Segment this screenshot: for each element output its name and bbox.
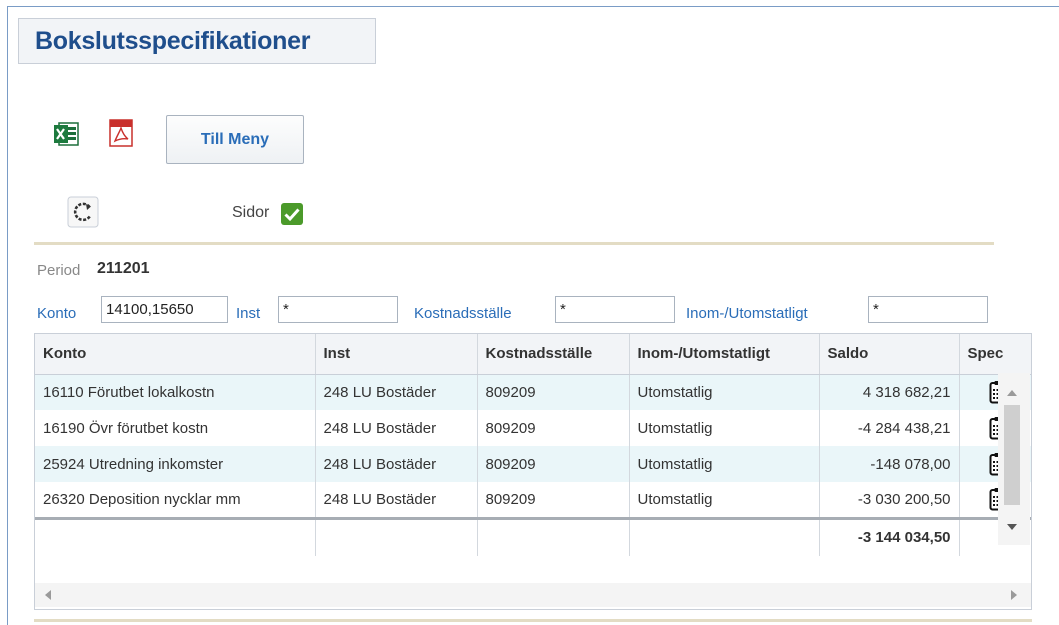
- separator-top: [34, 242, 994, 245]
- inst-label: Inst: [236, 305, 261, 322]
- table-row[interactable]: 16110 Förutbet lokalkostn 248 LU Bostäde…: [35, 374, 1031, 410]
- column-header-inst[interactable]: Inst: [315, 334, 478, 375]
- results-grid: Konto Inst Kostnadsställe Inom-/Utomstat…: [34, 333, 1032, 610]
- cell-saldo: 4 318 682,21: [819, 374, 960, 410]
- konto-label: Konto: [37, 305, 77, 322]
- column-header-inom-utomstatligt[interactable]: Inom-/Utomstatligt: [629, 334, 820, 375]
- kostnadsstalle-label: Kostnadsställe: [414, 305, 512, 322]
- cell-inst: 248 LU Bostäder: [315, 446, 478, 482]
- cell-inom-utomstatligt: Utomstatlig: [629, 374, 820, 410]
- scroll-down-icon[interactable]: [1007, 524, 1017, 530]
- table-header-row: Konto Inst Kostnadsställe Inom-/Utomstat…: [35, 334, 1031, 375]
- column-header-spec[interactable]: Spec: [959, 334, 1031, 375]
- vertical-scroll-thumb[interactable]: [1004, 405, 1020, 505]
- inst-input[interactable]: [278, 296, 398, 323]
- inom-utomstatligt-label: Inom-/Utomstatligt: [686, 305, 808, 322]
- cell-kostnadsstalle: 809209: [477, 482, 630, 518]
- table-row[interactable]: 25924 Utredning inkomster 248 LU Bostäde…: [35, 446, 1031, 482]
- cell-inst: 248 LU Bostäder: [315, 374, 478, 410]
- refresh-icon[interactable]: [67, 196, 99, 228]
- vertical-scrollbar[interactable]: [998, 373, 1030, 545]
- total-saldo: -3 144 034,50: [819, 516, 960, 556]
- cell-saldo: -3 030 200,50: [819, 482, 960, 518]
- horizontal-scrollbar[interactable]: [35, 583, 1031, 607]
- scroll-up-icon[interactable]: [1007, 390, 1017, 396]
- cell-inst: 248 LU Bostäder: [315, 482, 478, 518]
- separator-bottom: [34, 619, 1032, 622]
- excel-icon[interactable]: [53, 121, 79, 147]
- cell-inst: 248 LU Bostäder: [315, 410, 478, 446]
- results-table: Konto Inst Kostnadsställe Inom-/Utomstat…: [35, 334, 1031, 556]
- table-row[interactable]: 16190 Övr förutbet kostn 248 LU Bostäder…: [35, 410, 1031, 446]
- table-row[interactable]: 26320 Deposition nycklar mm 248 LU Bostä…: [35, 482, 1031, 518]
- cell-kostnadsstalle: 809209: [477, 410, 630, 446]
- column-header-konto[interactable]: Konto: [35, 334, 316, 375]
- scroll-left-icon[interactable]: [45, 590, 51, 600]
- period-value: 211201: [97, 260, 150, 277]
- page-title-box: Bokslutsspecifikationer: [18, 18, 376, 64]
- kostnadsstalle-input[interactable]: [555, 296, 675, 323]
- cell-inom-utomstatligt: Utomstatlig: [629, 410, 820, 446]
- scroll-right-icon[interactable]: [1011, 590, 1017, 600]
- inom-utomstatligt-input[interactable]: [868, 296, 988, 323]
- total-row: -3 144 034,50: [35, 516, 1031, 556]
- cell-konto: 16110 Förutbet lokalkostn: [35, 374, 316, 410]
- period-label: Period: [37, 262, 81, 279]
- page-title: Bokslutsspecifikationer: [35, 27, 311, 55]
- konto-input[interactable]: [101, 296, 228, 323]
- sidor-checkbox[interactable]: [280, 202, 304, 226]
- cell-kostnadsstalle: 809209: [477, 446, 630, 482]
- cell-konto: 25924 Utredning inkomster: [35, 446, 316, 482]
- till-meny-button[interactable]: Till Meny: [166, 115, 304, 164]
- cell-inom-utomstatligt: Utomstatlig: [629, 482, 820, 518]
- cell-konto: 26320 Deposition nycklar mm: [35, 482, 316, 518]
- cell-kostnadsstalle: 809209: [477, 374, 630, 410]
- cell-saldo: -148 078,00: [819, 446, 960, 482]
- cell-saldo: -4 284 438,21: [819, 410, 960, 446]
- pdf-icon[interactable]: [108, 119, 134, 147]
- column-header-saldo[interactable]: Saldo: [819, 334, 960, 375]
- cell-inom-utomstatligt: Utomstatlig: [629, 446, 820, 482]
- cell-konto: 16190 Övr förutbet kostn: [35, 410, 316, 446]
- sidor-label: Sidor: [232, 204, 270, 221]
- column-header-kostnadsstalle[interactable]: Kostnadsställe: [477, 334, 630, 375]
